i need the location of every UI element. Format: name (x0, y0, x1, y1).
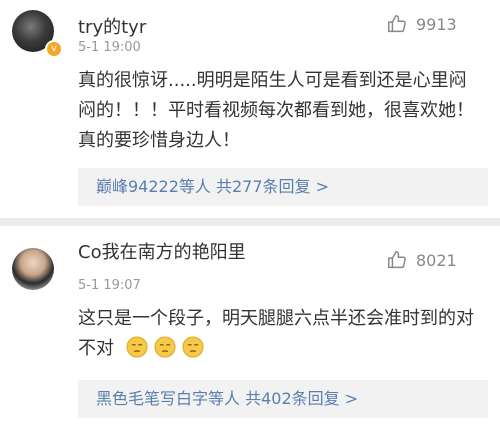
username[interactable]: Co我在南方的艳阳里 (78, 238, 246, 264)
verified-badge-icon: v (45, 40, 63, 58)
comment-item: v try的tyr 5-1 19:00 9913 真的很惊讶.....明明是陌生… (0, 0, 500, 210)
avatar[interactable] (12, 248, 54, 290)
timestamp: 5-1 19:07 (78, 278, 141, 293)
like-count: 8021 (416, 250, 457, 270)
comment-text: 这只是一个段子，明天腿腿六点半还会准时到的对不对 (78, 304, 483, 364)
like-button[interactable]: 8021 (386, 248, 457, 272)
like-count: 9913 (416, 14, 457, 34)
reply-summary-text: 黑色毛笔写白字等人 共402条回复 > (96, 389, 359, 408)
reply-summary-button[interactable]: 巅峰94222等人 共277条回复 > (78, 168, 488, 206)
thumbs-up-icon (388, 15, 406, 33)
emoji-group (120, 336, 204, 359)
divider (0, 218, 500, 226)
reply-summary-button[interactable]: 黑色毛笔写白字等人 共402条回复 > (78, 380, 488, 418)
reply-summary-text: 巅峰94222等人 共277条回复 > (96, 177, 330, 196)
comment-item: Co我在南方的艳阳里 5-1 19:07 8021 这只是一个段子，明天腿腿六点… (0, 228, 500, 424)
timestamp: 5-1 19:00 (78, 40, 141, 55)
sad-face-emoji-icon (154, 336, 176, 358)
like-button[interactable]: 9913 (386, 12, 457, 36)
thumbs-up-icon (388, 251, 406, 269)
sad-face-emoji-icon (126, 336, 148, 358)
sad-face-emoji-icon (182, 336, 204, 358)
comment-text: 真的很惊讶.....明明是陌生人可是看到还是心里闷闷的！！！平时看视频每次都看到… (78, 70, 474, 151)
username[interactable]: try的tyr (78, 13, 146, 39)
